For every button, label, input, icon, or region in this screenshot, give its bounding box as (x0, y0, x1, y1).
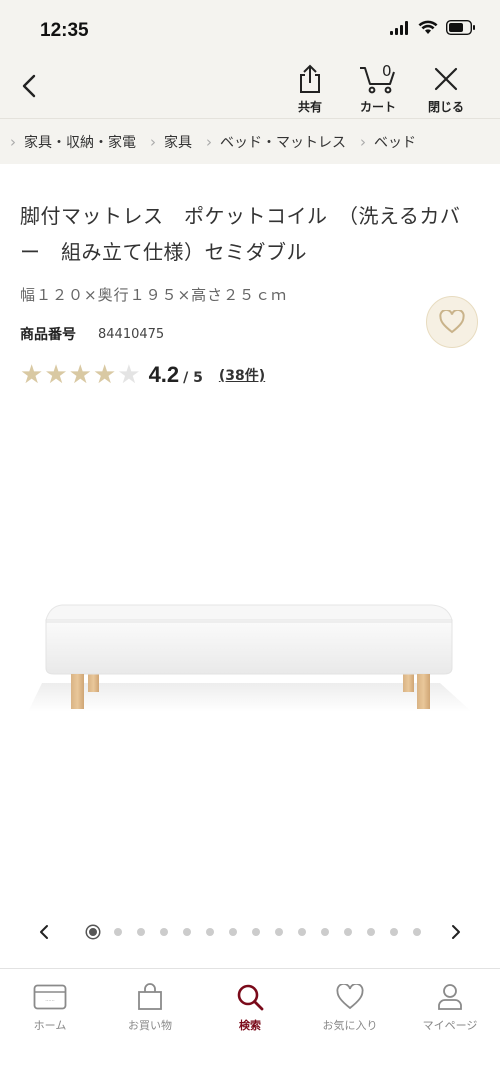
chevron-right-icon (452, 925, 460, 939)
rating-stars: ★ ★ ★ ★ ★ (20, 360, 141, 390)
close-button[interactable]: 閉じる (416, 62, 476, 118)
carousel-dot[interactable] (229, 928, 237, 936)
product-code-row: 商品番号 84410475 (20, 324, 164, 344)
share-label: 共有 (297, 100, 322, 114)
shopping-bag-icon (138, 983, 162, 1010)
status-bar: 12:35 (0, 0, 500, 58)
search-icon (237, 984, 264, 1011)
carousel-dot[interactable] (87, 926, 99, 938)
star-icon: ★ (20, 360, 44, 390)
heart-icon (439, 310, 465, 334)
nav-search-label: 検索 (239, 1019, 261, 1032)
star-icon: ★ (92, 360, 117, 390)
breadcrumb: › 家具・収納・家電 › 家具 › ベッド・マットレス › ベッド (0, 118, 500, 164)
star-icon: ★ (117, 360, 141, 390)
bottom-nav: ······ ホーム お買い物 検索 お気に入り マイページ (0, 968, 500, 1080)
star-icon: ★ (44, 360, 68, 390)
rating-row: ★ ★ ★ ★ ★ 4.2 / 5 (38件) (20, 360, 265, 390)
carousel-dots (87, 926, 421, 938)
person-icon (438, 984, 462, 1010)
carousel-dot[interactable] (344, 928, 352, 936)
carousel-dot[interactable] (298, 928, 306, 936)
cart-label: カート (359, 100, 396, 114)
rating-value: 4.2 (148, 362, 180, 387)
share-icon (300, 64, 320, 93)
breadcrumb-item[interactable]: › ベッド・マットレス (206, 132, 360, 152)
cart-button[interactable]: 0 カート (348, 62, 408, 118)
breadcrumb-item[interactable]: › 家具 (150, 132, 206, 152)
status-time: 12:35 (40, 20, 89, 41)
product-size: 幅１２０×奥行１９５×高さ２５ｃｍ (20, 286, 288, 304)
back-button[interactable] (14, 68, 44, 104)
nav-favorites[interactable]: お気に入り (300, 969, 400, 1080)
review-count-link[interactable]: (38件) (219, 365, 265, 385)
carousel-next-button[interactable] (444, 920, 468, 944)
product-code-label: 商品番号 (20, 327, 76, 343)
status-icons (390, 20, 476, 35)
app-header: 共有 0 カート 閉じる (0, 58, 500, 118)
carousel-dot[interactable] (252, 928, 260, 936)
svg-text:······: ······ (45, 998, 55, 1004)
nav-mypage[interactable]: マイページ (400, 969, 500, 1080)
nav-home-label: ホーム (33, 1019, 67, 1032)
close-icon (434, 67, 458, 91)
carousel-dot[interactable] (114, 928, 122, 936)
chevron-left-icon (40, 925, 48, 939)
battery-icon (446, 20, 475, 35)
breadcrumb-item[interactable]: › 家具・収納・家電 (10, 132, 150, 152)
carousel-dot[interactable] (137, 928, 145, 936)
nav-shopping-label: お買い物 (128, 1019, 172, 1032)
carousel-dot[interactable] (160, 928, 168, 936)
chevron-right-icon: › (360, 132, 366, 151)
signal-icon (390, 20, 408, 35)
chevron-right-icon: › (150, 132, 156, 151)
carousel-dot[interactable] (321, 928, 329, 936)
nav-mypage-label: マイページ (422, 1019, 478, 1032)
breadcrumb-item[interactable]: › ベッド (360, 132, 430, 152)
share-button[interactable]: 共有 (280, 62, 340, 118)
star-icon: ★ (68, 360, 92, 390)
bed-image (28, 604, 472, 712)
product-image[interactable] (0, 400, 500, 900)
carousel-dot[interactable] (206, 928, 214, 936)
cart-icon (360, 67, 395, 94)
carousel-prev-button[interactable] (32, 920, 56, 944)
nav-home[interactable]: ······ ホーム (0, 969, 100, 1080)
chevron-left-icon (22, 74, 36, 98)
store-card-icon: ······ (33, 984, 67, 1010)
carousel-dot[interactable] (183, 928, 191, 936)
favorite-button[interactable] (426, 296, 478, 348)
close-label: 閉じる (427, 100, 464, 114)
nav-shopping[interactable]: お買い物 (100, 969, 200, 1080)
product-code-value: 84410475 (98, 326, 165, 342)
cart-count: 0 (382, 62, 392, 80)
nav-search[interactable]: 検索 (200, 969, 300, 1080)
wifi-icon (418, 20, 438, 34)
carousel-dot[interactable] (367, 928, 375, 936)
chevron-right-icon: › (206, 132, 212, 151)
chevron-right-icon: › (10, 132, 16, 151)
image-carousel (0, 916, 500, 948)
carousel-dot[interactable] (413, 928, 421, 936)
carousel-dot[interactable] (275, 928, 283, 936)
nav-favorites-label: お気に入り (322, 1019, 378, 1032)
carousel-dot[interactable] (390, 928, 398, 936)
heart-icon (336, 984, 364, 1010)
product-title: 脚付マットレス ポケットコイル （洗えるカバー 組み立て仕様）セミダブル (20, 204, 461, 264)
rating-max: / 5 (183, 370, 203, 386)
